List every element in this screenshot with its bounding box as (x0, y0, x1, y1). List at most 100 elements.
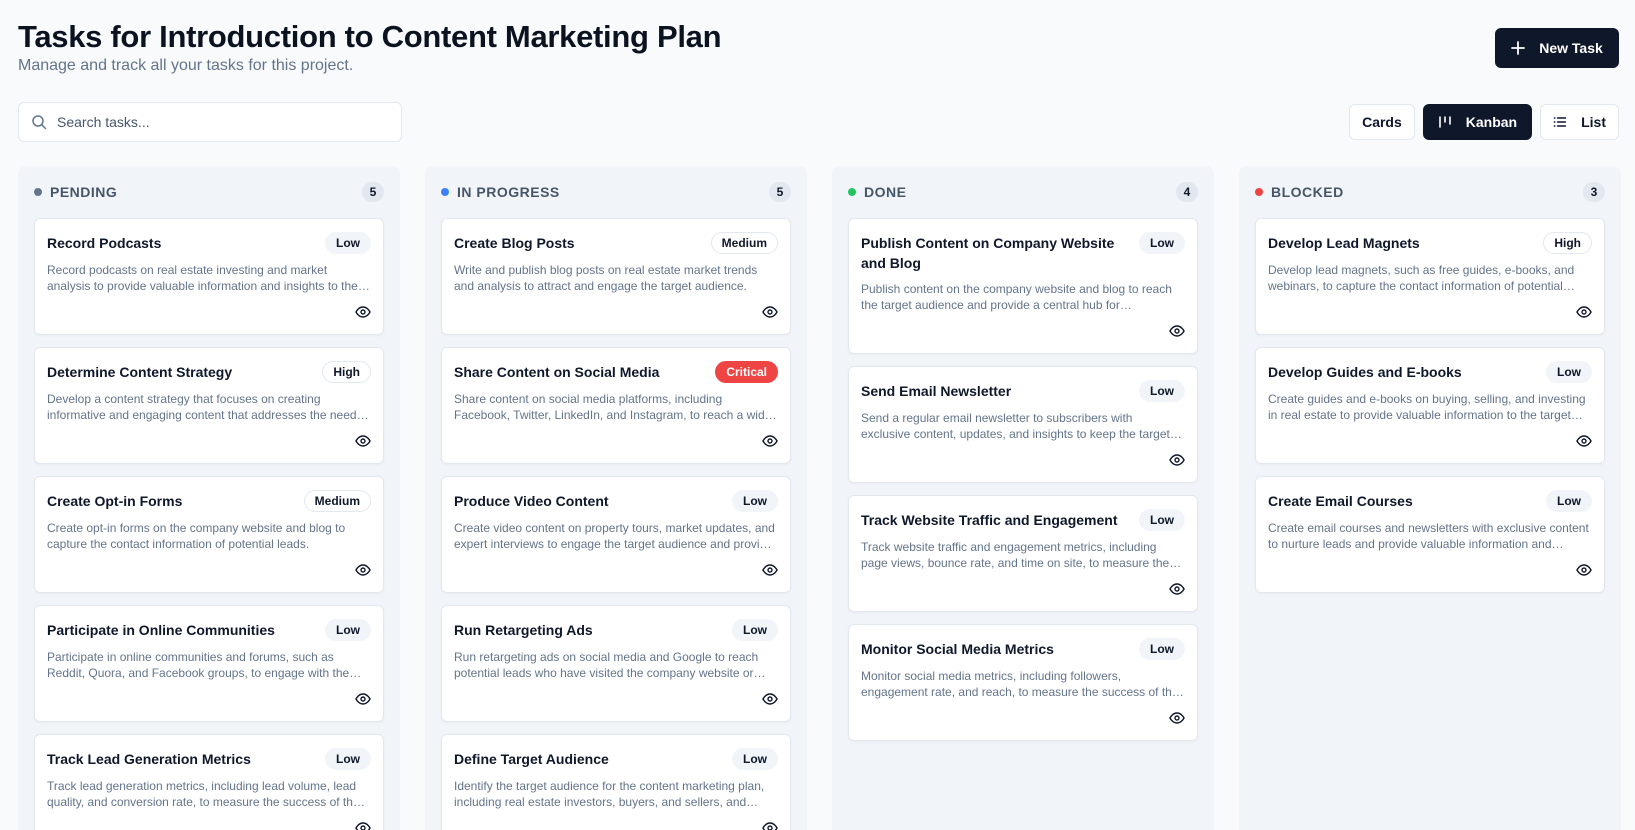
task-card[interactable]: Record Podcasts Low Record podcasts on re… (34, 218, 384, 335)
eye-icon[interactable] (1576, 433, 1592, 449)
priority-badge: Low (1546, 490, 1592, 512)
eye-icon[interactable] (762, 820, 778, 830)
column-count: 4 (1176, 182, 1198, 202)
task-title: Send Email Newsletter (861, 383, 1012, 399)
priority-badge: High (322, 361, 371, 383)
task-card[interactable]: Create Email Courses Low Create email cou… (1255, 476, 1605, 593)
task-card[interactable]: Run Retargeting Ads Low Run retargeting a… (441, 605, 791, 722)
task-description: Create video content on property tours, … (454, 521, 775, 551)
eye-icon[interactable] (1169, 323, 1185, 339)
task-card[interactable]: Develop Lead Magnets High Develop lead ma… (1255, 218, 1605, 335)
task-description: Create email courses and newsletters wit… (1268, 521, 1589, 551)
task-description: Send a regular email newsletter to subsc… (861, 411, 1170, 441)
column-title: BLOCKED (1271, 184, 1344, 200)
page-subtitle: Manage and track all your tasks for this… (18, 57, 354, 74)
list-icon (1553, 115, 1567, 129)
task-title: Produce Video Content (454, 493, 609, 509)
priority-badge: Low (1139, 638, 1185, 660)
task-description: Publish content on the company website a… (861, 282, 1172, 312)
eye-icon[interactable] (762, 691, 778, 707)
task-card[interactable]: Monitor Social Media Metrics Low Monitor … (848, 624, 1198, 741)
task-description: Run retargeting ads on social media and … (454, 650, 759, 680)
task-title: Track Website Traffic and Engagement (861, 512, 1118, 528)
eye-icon[interactable] (355, 562, 371, 578)
task-card[interactable]: Publish Content on Company Website and B… (848, 218, 1198, 354)
column-header: IN PROGRESS 5 (441, 180, 791, 204)
eye-icon[interactable] (355, 304, 371, 320)
task-title: Create Blog Posts (454, 235, 575, 251)
view-kanban-button[interactable]: Kanban (1422, 104, 1533, 140)
eye-icon[interactable] (1576, 562, 1592, 578)
status-dot (34, 188, 42, 196)
task-card[interactable]: Define Target Audience Low Identify the t… (441, 734, 791, 830)
task-card[interactable]: Track Lead Generation Metrics Low Track l… (34, 734, 384, 830)
eye-icon[interactable] (1169, 710, 1185, 726)
search-icon (31, 114, 47, 130)
eye-icon[interactable] (1169, 452, 1185, 468)
search-input[interactable] (57, 114, 401, 130)
eye-icon[interactable] (355, 433, 371, 449)
new-task-label: New Task (1539, 40, 1603, 56)
task-description: Write and publish blog posts on real est… (454, 263, 758, 293)
view-list-button[interactable]: List (1540, 104, 1619, 140)
eye-icon[interactable] (762, 433, 778, 449)
task-title: Record Podcasts (47, 235, 162, 251)
column-title: DONE (864, 184, 907, 200)
priority-badge: Low (325, 232, 371, 254)
column-title: PENDING (50, 184, 118, 200)
column-title: IN PROGRESS (457, 184, 560, 200)
eye-icon[interactable] (355, 820, 371, 830)
task-description: Participate in online communities and fo… (47, 650, 350, 680)
column-header: PENDING 5 (34, 180, 384, 204)
column-count: 5 (362, 182, 384, 202)
task-title: Participate in Online Communities (47, 622, 275, 638)
task-card[interactable]: Determine Content Strategy High Develop a… (34, 347, 384, 464)
column-pending: PENDING 5 Record Podcasts Low Record podc… (18, 166, 400, 830)
priority-badge: Low (1546, 361, 1592, 383)
eye-icon[interactable] (1169, 581, 1185, 597)
priority-badge: Low (1139, 380, 1185, 402)
status-dot (1255, 188, 1263, 196)
status-dot (441, 188, 449, 196)
task-card[interactable]: Create Blog Posts Medium Write and publis… (441, 218, 791, 335)
view-cards-button[interactable]: Cards (1349, 104, 1415, 140)
view-toggle: Cards Kanban List (1349, 104, 1619, 140)
task-title: Run Retargeting Ads (454, 622, 593, 638)
task-description: Track lead generation metrics, including… (47, 779, 360, 809)
task-card[interactable]: Share Content on Social Media Critical Sh… (441, 347, 791, 464)
plus-icon (1511, 41, 1526, 55)
task-card[interactable]: Create Opt-in Forms Medium Create opt-in … (34, 476, 384, 593)
task-card[interactable]: Send Email Newsletter Low Send a regular … (848, 366, 1198, 483)
eye-icon[interactable] (1576, 304, 1592, 320)
status-dot (848, 188, 856, 196)
view-kanban-label: Kanban (1465, 114, 1518, 130)
task-title: Monitor Social Media Metrics (861, 641, 1054, 657)
new-task-button[interactable]: New Task (1495, 28, 1619, 68)
task-title: Develop Guides and E-books (1268, 364, 1462, 380)
column-header: BLOCKED 3 (1255, 180, 1605, 204)
task-description: Track website traffic and engagement met… (861, 540, 1170, 570)
task-title: Publish Content on Company Website and B… (861, 235, 1115, 271)
task-description: Identify the target audience for the con… (454, 779, 765, 809)
task-card[interactable]: Track Website Traffic and Engagement Low … (848, 495, 1198, 612)
task-description: Record podcasts on real estate investing… (47, 263, 358, 293)
task-description: Share content on social media platforms,… (454, 392, 776, 422)
column-count: 3 (1583, 182, 1605, 202)
priority-badge: High (1543, 232, 1592, 254)
task-card[interactable]: Participate in Online Communities Low Par… (34, 605, 384, 722)
priority-badge: Low (325, 619, 371, 641)
column-header: DONE 4 (848, 180, 1198, 204)
task-card[interactable]: Produce Video Content Low Create video co… (441, 476, 791, 593)
view-cards-label: Cards (1362, 114, 1402, 130)
kanban-icon (1438, 115, 1452, 129)
priority-badge: Medium (710, 232, 778, 254)
eye-icon[interactable] (762, 304, 778, 320)
eye-icon[interactable] (762, 562, 778, 578)
task-description: Create opt-in forms on the company websi… (47, 521, 346, 551)
task-title: Define Target Audience (454, 751, 609, 767)
priority-badge: Low (1139, 232, 1185, 254)
column-blocked: BLOCKED 3 Develop Lead Magnets High Devel… (1239, 166, 1621, 830)
task-card[interactable]: Develop Guides and E-books Low Create gui… (1255, 347, 1605, 464)
eye-icon[interactable] (355, 691, 371, 707)
task-title: Create Opt-in Forms (47, 493, 183, 509)
